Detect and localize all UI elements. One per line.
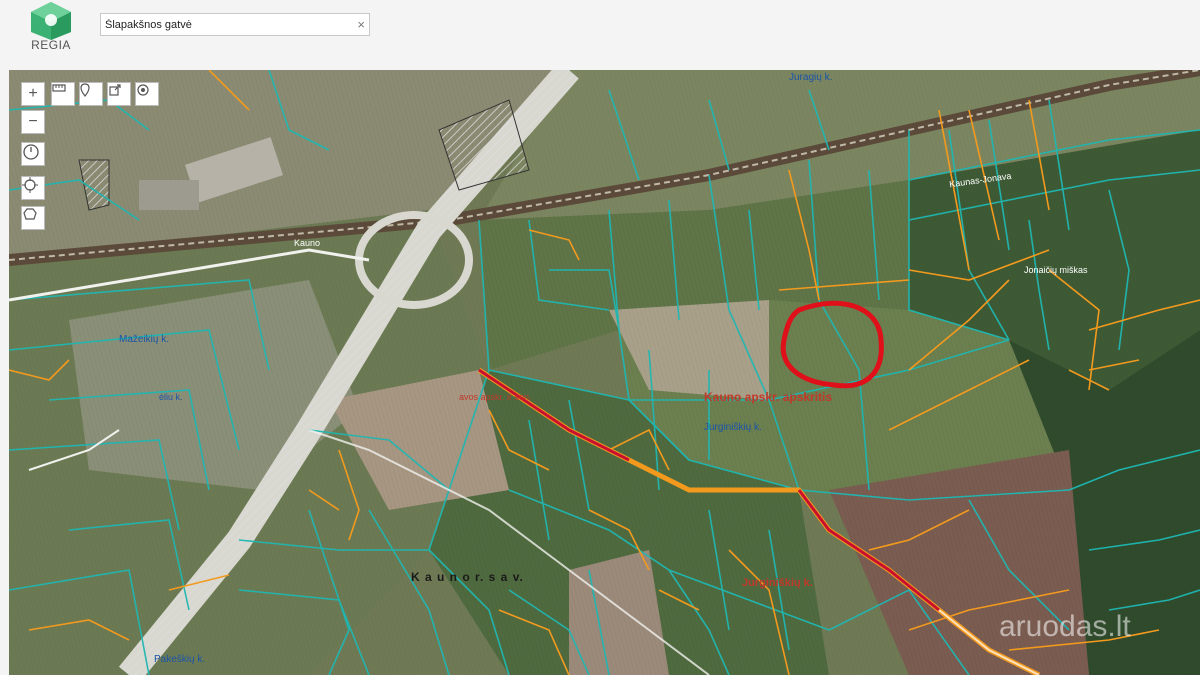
regia-logo-icon bbox=[31, 2, 71, 40]
clear-search-icon[interactable]: × bbox=[357, 16, 365, 33]
compass-icon[interactable] bbox=[21, 142, 45, 166]
zoom-in-button[interactable]: + bbox=[21, 82, 45, 106]
village-label-pakeskiu: Pakeškių k. bbox=[154, 654, 206, 665]
satellite-map bbox=[9, 70, 1200, 675]
village-label-juragiu: Juragių k. bbox=[789, 72, 833, 83]
locate-icon[interactable] bbox=[21, 176, 45, 200]
marker-icon[interactable] bbox=[79, 82, 103, 106]
village-label-left-small: ėliu k. bbox=[159, 392, 183, 402]
area-icon[interactable] bbox=[21, 206, 45, 230]
logo-label: REGIA bbox=[31, 38, 71, 52]
village-label-jurginiskiu-2: Jurginiškių k. bbox=[742, 577, 813, 589]
export-icon[interactable] bbox=[107, 82, 131, 106]
regia-logo[interactable]: REGIA bbox=[22, 0, 80, 66]
forest-label: Jonaičių miškas bbox=[1024, 265, 1088, 275]
map-canvas[interactable]: + − Kauno apskr. apskritis K a u n o r. … bbox=[9, 70, 1200, 675]
search-input[interactable] bbox=[105, 16, 345, 33]
zoom-out-button[interactable]: − bbox=[21, 110, 45, 134]
app-header: REGIA × bbox=[0, 0, 1200, 70]
county-label: Kauno apskr. apskritis bbox=[704, 390, 833, 404]
circle-target-icon[interactable] bbox=[135, 82, 159, 106]
ruler-icon[interactable] bbox=[51, 82, 75, 106]
village-label-mazeikiu: Mažeikių k. bbox=[119, 334, 170, 345]
village-label-sen: avos apskr. ir sen. bbox=[459, 392, 532, 402]
address-search-box[interactable]: × bbox=[100, 13, 370, 36]
municipality-label: K a u n o r. s a v. bbox=[411, 570, 524, 584]
watermark: aruodas.lt bbox=[999, 610, 1131, 643]
road-label-top: Kauno bbox=[294, 238, 321, 248]
village-label-jurginiskiu: Jurginiškių k. bbox=[704, 422, 762, 433]
